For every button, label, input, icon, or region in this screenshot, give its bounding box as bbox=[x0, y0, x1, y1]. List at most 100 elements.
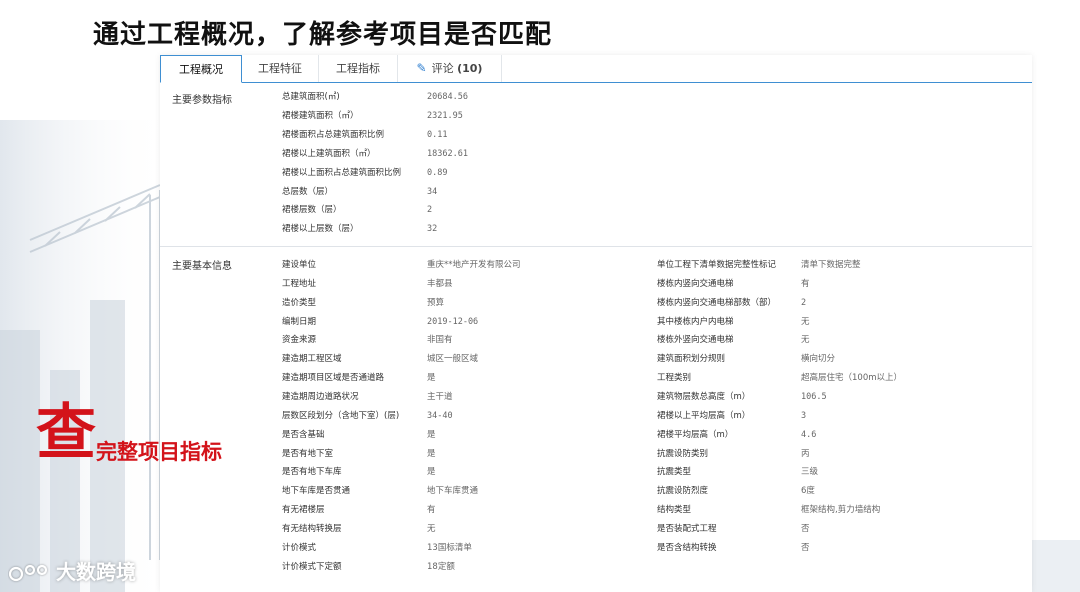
tab-features-label: 工程特征 bbox=[258, 62, 302, 75]
field-value: 有 bbox=[801, 278, 810, 289]
callout: 查完整项目指标 bbox=[36, 398, 222, 468]
field-value: 重庆**地产开发有限公司 bbox=[427, 260, 521, 270]
field-label: 有无裙楼层 bbox=[282, 505, 325, 516]
field-value: 是 bbox=[427, 448, 436, 459]
field-label: 裙楼平均层高（m） bbox=[657, 429, 734, 440]
field-label: 总层数（层） bbox=[282, 186, 334, 197]
callout-big-char: 查 bbox=[36, 398, 96, 468]
field-value: 地下车库贯通 bbox=[427, 486, 479, 497]
tab-bar: 工程概况 工程特征 工程指标 ✎ 评论 (10) bbox=[160, 55, 1032, 83]
basic-section-label: 主要基本信息 bbox=[172, 261, 232, 272]
watermark-text: 大数跨境 bbox=[56, 560, 136, 584]
section-divider bbox=[160, 246, 1032, 247]
field-label: 有无结构转换层 bbox=[282, 523, 342, 534]
field-label: 是否含基础 bbox=[282, 429, 325, 440]
field-value: 是 bbox=[427, 373, 436, 384]
field-value: 2019-12-06 bbox=[427, 316, 479, 327]
field-label: 建造期项目区域是否通道路 bbox=[282, 373, 385, 384]
field-value: 18定额 bbox=[427, 561, 455, 572]
field-label: 楼栋内竖向交通电梯部数（部） bbox=[657, 297, 777, 308]
params-section-label: 主要参数指标 bbox=[172, 95, 232, 106]
field-value: 丙 bbox=[801, 448, 810, 459]
field-label: 结构类型 bbox=[657, 505, 692, 516]
field-label: 工程类别 bbox=[657, 373, 692, 384]
field-value: 框架结构,剪力墙结构 bbox=[801, 505, 881, 516]
field-label: 裙楼面积占总建筑面积比例 bbox=[282, 129, 385, 140]
tab-features[interactable]: 工程特征 bbox=[242, 55, 319, 82]
field-label: 建筑物层数总高度（m） bbox=[657, 391, 751, 402]
project-overview-panel: 工程概况 工程特征 工程指标 ✎ 评论 (10) 主要参数指标 总建筑面积(㎡) 2… bbox=[160, 55, 1032, 592]
field-value: 超高层住宅（100m以上） bbox=[801, 373, 903, 384]
field-value: 4.6 bbox=[801, 429, 817, 440]
field-value: 非国有 bbox=[427, 335, 453, 346]
field-label: 建造期周边道路状况 bbox=[282, 391, 359, 402]
field-value: 丰都县 bbox=[427, 278, 453, 289]
field-label: 建设单位 bbox=[282, 260, 317, 270]
field-value: 34-40 bbox=[427, 410, 453, 421]
field-value: 34 bbox=[427, 186, 438, 197]
tab-indicators-label: 工程指标 bbox=[336, 62, 380, 75]
field-value: 13国标清单 bbox=[427, 542, 472, 553]
callout-text: 完整项目指标 bbox=[96, 440, 222, 464]
field-value: 2 bbox=[427, 205, 433, 216]
field-value: 0.11 bbox=[427, 129, 448, 140]
field-label: 是否装配式工程 bbox=[657, 523, 717, 534]
field-label: 裙楼层数（层） bbox=[282, 205, 342, 216]
field-label: 造价类型 bbox=[282, 297, 317, 308]
field-label: 计价模式下定额 bbox=[282, 561, 342, 572]
field-value: 否 bbox=[801, 523, 810, 534]
field-value: 清单下数据完整 bbox=[801, 260, 861, 270]
field-value: 18362.61 bbox=[427, 148, 468, 159]
field-value: 2321.95 bbox=[427, 110, 463, 121]
field-label: 层数区段划分（含地下室）(层) bbox=[282, 410, 400, 421]
field-value: 无 bbox=[801, 335, 810, 346]
field-value: 无 bbox=[427, 523, 436, 534]
field-value: 主干道 bbox=[427, 391, 453, 402]
field-label: 单位工程下清单数据完整性标记 bbox=[657, 260, 777, 270]
field-label: 抗震设防烈度 bbox=[657, 486, 709, 497]
tab-indicators[interactable]: 工程指标 bbox=[319, 55, 398, 82]
field-value: 是 bbox=[427, 429, 436, 440]
field-label: 计价模式 bbox=[282, 542, 317, 553]
tab-overview[interactable]: 工程概况 bbox=[160, 55, 242, 83]
field-value: 3 bbox=[801, 410, 807, 421]
field-value: 32 bbox=[427, 224, 438, 235]
field-label: 裙楼以上建筑面积（㎡） bbox=[282, 148, 376, 159]
field-label: 其中楼栋内户内电梯 bbox=[657, 316, 734, 327]
field-value: 三级 bbox=[801, 467, 819, 478]
field-label: 抗震类型 bbox=[657, 467, 692, 478]
field-value: 6度 bbox=[801, 486, 815, 497]
field-label: 裙楼以上层数（层） bbox=[282, 224, 359, 235]
field-label: 抗震设防类别 bbox=[657, 448, 709, 459]
tab-comments[interactable]: ✎ 评论 (10) bbox=[398, 55, 502, 82]
field-value: 0.89 bbox=[427, 167, 448, 178]
field-value: 是 bbox=[427, 467, 436, 478]
field-label: 楼栋内竖向交通电梯 bbox=[657, 278, 734, 289]
field-label: 是否含结构转换 bbox=[657, 542, 717, 553]
field-label: 地下车库是否贯通 bbox=[282, 486, 351, 497]
field-label: 是否有地下室 bbox=[282, 448, 334, 459]
field-label: 编制日期 bbox=[282, 316, 317, 327]
field-value: 2 bbox=[801, 297, 807, 308]
field-label: 资金来源 bbox=[282, 335, 317, 346]
field-value: 有 bbox=[427, 505, 436, 516]
field-label: 建筑面积划分规则 bbox=[657, 354, 726, 365]
watermark-logo-icon bbox=[8, 564, 48, 581]
pencil-icon: ✎ bbox=[416, 61, 427, 75]
field-label: 总建筑面积(㎡) bbox=[282, 92, 340, 102]
field-value: 预算 bbox=[427, 297, 445, 308]
field-label: 工程地址 bbox=[282, 278, 317, 289]
comment-count: (10) bbox=[457, 62, 483, 75]
field-value: 106.5 bbox=[801, 391, 827, 402]
field-value: 无 bbox=[801, 316, 810, 327]
slide-title: 通过工程概况，了解参考项目是否匹配 bbox=[93, 20, 553, 50]
tab-overview-label: 工程概况 bbox=[179, 63, 223, 76]
field-value: 横向切分 bbox=[801, 354, 836, 365]
field-value: 城区一般区域 bbox=[427, 354, 479, 365]
field-label: 是否有地下车库 bbox=[282, 467, 342, 478]
field-label: 裙楼以上面积占总建筑面积比例 bbox=[282, 167, 402, 178]
watermark: 大数跨境 bbox=[8, 556, 136, 587]
tab-comments-label: 评论 bbox=[431, 62, 454, 75]
field-label: 裙楼建筑面积（㎡） bbox=[282, 110, 359, 121]
field-label: 楼栋外竖向交通电梯 bbox=[657, 335, 734, 346]
